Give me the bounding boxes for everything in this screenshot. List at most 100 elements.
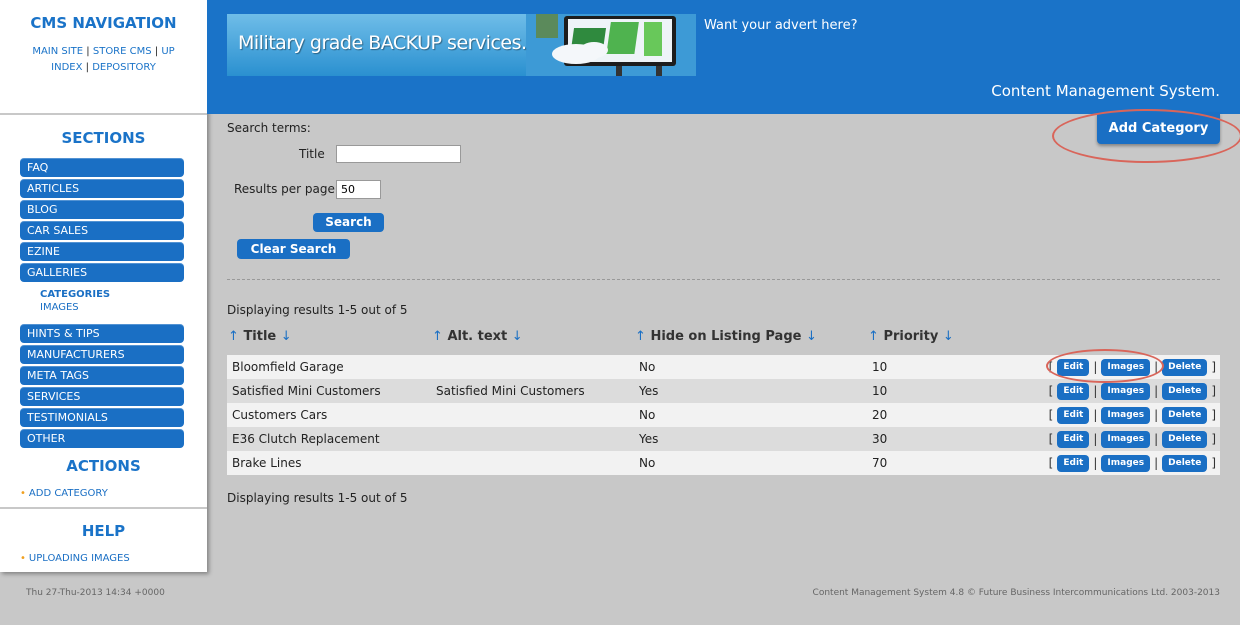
section-articles[interactable]: ARTICLES bbox=[20, 179, 184, 198]
delete-button[interactable]: Delete bbox=[1162, 406, 1208, 424]
section-services[interactable]: SERVICES bbox=[20, 387, 184, 406]
help-title: HELP bbox=[81, 522, 126, 540]
table-row: E36 Clutch Replacement Yes 30 [ Edit | Ima… bbox=[227, 427, 1220, 451]
edit-button[interactable]: Edit bbox=[1057, 406, 1090, 424]
edit-button[interactable]: Edit bbox=[1057, 382, 1090, 400]
table-row: Satisfied Mini Customers Satisfied Mini … bbox=[227, 379, 1220, 403]
sort-down-icon[interactable]: ↓ bbox=[281, 329, 292, 344]
column-label: Alt. text bbox=[447, 329, 508, 344]
sort-up-icon[interactable]: ↑ bbox=[432, 329, 443, 344]
images-button[interactable]: Images bbox=[1101, 430, 1151, 448]
sections-title: SECTIONS bbox=[61, 129, 146, 147]
sort-up-icon[interactable]: ↑ bbox=[868, 329, 879, 344]
section-hints-tips[interactable]: HINTS & TIPS bbox=[20, 324, 184, 343]
delete-button[interactable]: Delete bbox=[1162, 430, 1208, 448]
cell-hide: No bbox=[639, 456, 656, 470]
section-meta-tags[interactable]: META TAGS bbox=[20, 366, 184, 385]
up-link[interactable]: UP bbox=[161, 46, 174, 57]
cell-priority: 30 bbox=[872, 432, 888, 446]
images-button[interactable]: Images bbox=[1101, 454, 1151, 472]
section-ezine[interactable]: EZINE bbox=[20, 242, 184, 261]
sort-up-icon[interactable]: ↑ bbox=[228, 329, 239, 344]
cell-title: Bloomfield Garage bbox=[232, 360, 344, 374]
cell-priority: 70 bbox=[872, 456, 888, 470]
sub-link-categories[interactable]: CATEGORIES bbox=[40, 289, 110, 300]
cell-priority: 20 bbox=[872, 408, 888, 422]
delete-button[interactable]: Delete bbox=[1162, 454, 1208, 472]
images-button[interactable]: Images bbox=[1101, 382, 1151, 400]
clear-search-button[interactable]: Clear Search bbox=[237, 239, 350, 259]
delete-button[interactable]: Delete bbox=[1162, 382, 1208, 400]
table-row: Bloomfield Garage No 10 [ Edit | Images | De… bbox=[227, 355, 1220, 379]
edit-button[interactable]: Edit bbox=[1057, 430, 1090, 448]
column-label: Priority bbox=[883, 329, 939, 344]
section-other[interactable]: OTHER bbox=[20, 429, 184, 448]
section-galleries[interactable]: GALLERIES bbox=[20, 263, 184, 282]
table-row: Brake Lines No 70 [ Edit | Images | Delete ] bbox=[227, 451, 1220, 475]
title-search-input[interactable] bbox=[336, 145, 461, 163]
actions-title: ACTIONS bbox=[66, 457, 141, 475]
sidebar-divider bbox=[0, 507, 207, 509]
search-button[interactable]: Search bbox=[313, 213, 384, 232]
column-header-title[interactable]: ↑ Title ↓ bbox=[228, 329, 292, 344]
sort-down-icon[interactable]: ↓ bbox=[512, 329, 523, 344]
row-actions: [ Edit | Images | Delete ] bbox=[1048, 382, 1216, 400]
cell-title: Brake Lines bbox=[232, 456, 302, 470]
top-links: MAIN SITE | STORE CMS | UP INDEX | DEPOS… bbox=[32, 46, 175, 73]
row-actions: [ Edit | Images | Delete ] bbox=[1048, 358, 1216, 376]
cell-title: Customers Cars bbox=[232, 408, 328, 422]
sort-down-icon[interactable]: ↓ bbox=[943, 329, 954, 344]
column-label: Hide on Listing Page bbox=[650, 329, 802, 344]
action-add-category-link[interactable]: • ADD CATEGORY bbox=[20, 488, 108, 499]
section-divider bbox=[227, 279, 1220, 280]
footer-date: Thu 27-Thu-2013 14:34 +0000 bbox=[26, 588, 165, 598]
cell-hide: No bbox=[639, 360, 656, 374]
results-per-page-label: Results per page bbox=[234, 182, 335, 196]
column-header-priority[interactable]: ↑ Priority ↓ bbox=[868, 329, 954, 344]
action-label: ADD CATEGORY bbox=[28, 488, 108, 499]
images-button[interactable]: Images bbox=[1101, 406, 1151, 424]
column-header-alt-text[interactable]: ↑ Alt. text ↓ bbox=[432, 329, 523, 344]
section-blog[interactable]: BLOG bbox=[20, 200, 184, 219]
cell-alt-text: Satisfied Mini Customers bbox=[436, 384, 585, 398]
backup-monitor-illustration bbox=[526, 14, 696, 76]
edit-button[interactable]: Edit bbox=[1057, 454, 1090, 472]
sub-link-images[interactable]: IMAGES bbox=[40, 302, 79, 313]
section-faq[interactable]: FAQ bbox=[20, 158, 184, 177]
main-site-link[interactable]: MAIN SITE bbox=[32, 46, 83, 57]
advert-link[interactable]: Want your advert here? bbox=[704, 18, 858, 33]
help-label: UPLOADING IMAGES bbox=[28, 553, 130, 564]
table-row: Customers Cars No 20 [ Edit | Images | Delet… bbox=[227, 403, 1220, 427]
delete-button[interactable]: Delete bbox=[1162, 358, 1208, 376]
banner-text: Military grade BACKUP services. bbox=[238, 32, 527, 54]
cell-hide: Yes bbox=[639, 432, 659, 446]
results-per-page-input[interactable] bbox=[336, 180, 381, 199]
advert-banner[interactable]: Military grade BACKUP services. bbox=[227, 14, 696, 76]
bullet-icon: • bbox=[20, 488, 26, 499]
section-car-sales[interactable]: CAR SALES bbox=[20, 221, 184, 240]
header: Military grade BACKUP services. Want you… bbox=[207, 0, 1240, 114]
help-uploading-images-link[interactable]: • UPLOADING IMAGES bbox=[20, 553, 130, 564]
images-button[interactable]: Images bbox=[1101, 358, 1151, 376]
cell-priority: 10 bbox=[872, 360, 888, 374]
store-cms-link[interactable]: STORE CMS bbox=[93, 46, 152, 57]
section-manufacturers[interactable]: MANUFACTURERS bbox=[20, 345, 184, 364]
cell-priority: 10 bbox=[872, 384, 888, 398]
section-testimonials[interactable]: TESTIMONIALS bbox=[20, 408, 184, 427]
cms-navigation-title: CMS NAVIGATION bbox=[30, 14, 177, 32]
sort-up-icon[interactable]: ↑ bbox=[635, 329, 646, 344]
results-count-bottom: Displaying results 1-5 out of 5 bbox=[227, 491, 408, 505]
row-actions: [ Edit | Images | Delete ] bbox=[1048, 406, 1216, 424]
depository-link[interactable]: DEPOSITORY bbox=[92, 62, 156, 73]
title-label: Title bbox=[299, 147, 325, 161]
cms-sidebar: CMS NAVIGATION MAIN SITE | STORE CMS | U… bbox=[0, 0, 207, 572]
cell-title: E36 Clutch Replacement bbox=[232, 432, 380, 446]
results-count-top: Displaying results 1-5 out of 5 bbox=[227, 303, 408, 317]
index-link[interactable]: INDEX bbox=[51, 62, 82, 73]
cell-hide: No bbox=[639, 408, 656, 422]
sort-down-icon[interactable]: ↓ bbox=[806, 329, 817, 344]
cell-hide: Yes bbox=[639, 384, 659, 398]
edit-button[interactable]: Edit bbox=[1057, 358, 1090, 376]
add-category-button[interactable]: Add Category bbox=[1097, 113, 1220, 144]
column-header-hide-on-listing[interactable]: ↑ Hide on Listing Page ↓ bbox=[635, 329, 817, 344]
